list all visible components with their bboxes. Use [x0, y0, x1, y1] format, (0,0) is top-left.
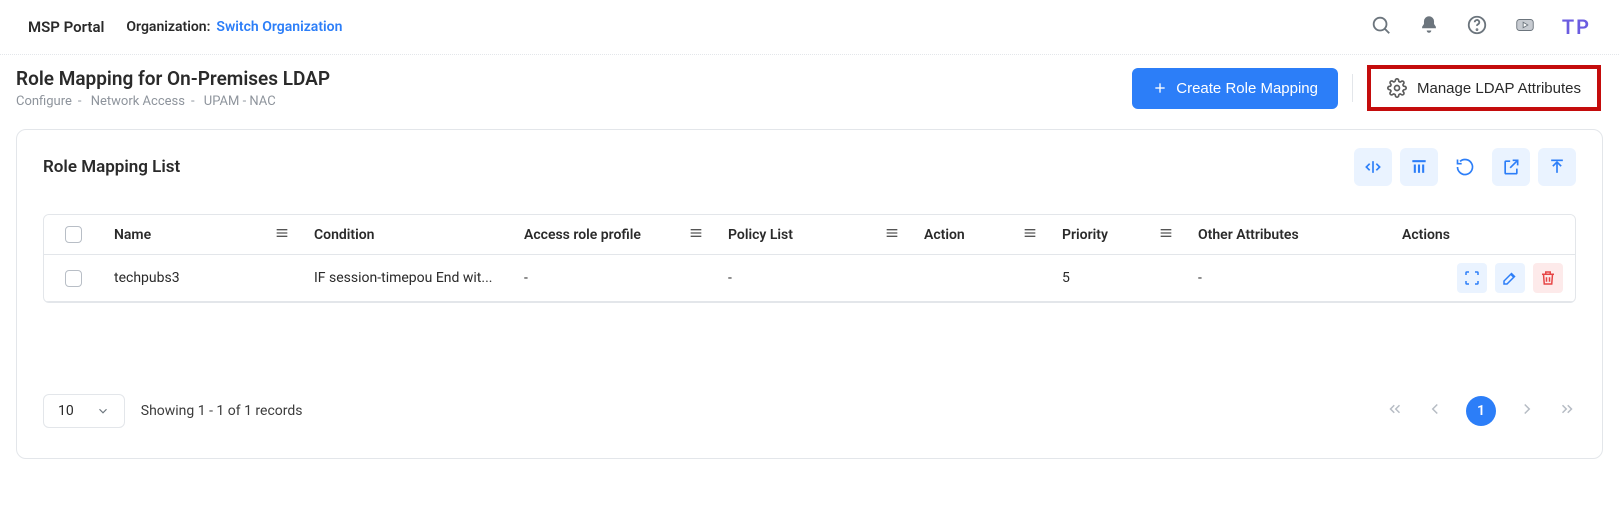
select-all-checkbox[interactable] [65, 226, 82, 243]
cell-priority: 5 [1062, 270, 1070, 286]
col-condition[interactable]: Condition [314, 227, 375, 243]
col-priority[interactable]: Priority [1062, 227, 1108, 243]
page-header: Role Mapping for On-Premises LDAP Config… [0, 55, 1619, 129]
breadcrumb-item[interactable]: Configure [16, 94, 72, 109]
edit-icon[interactable] [1495, 263, 1525, 293]
page-title: Role Mapping for On-Premises LDAP [16, 67, 330, 90]
help-icon[interactable] [1466, 14, 1488, 40]
top-bar: MSP Portal Organization: Switch Organiza… [0, 0, 1619, 55]
role-mapping-card: Role Mapping List Name Conditi [16, 129, 1603, 459]
breadcrumb: Configure- Network Access- UPAM - NAC [16, 94, 330, 109]
delete-icon[interactable] [1533, 263, 1563, 293]
organization-label: Organization: [126, 19, 210, 35]
cell-name: techpubs3 [114, 270, 180, 286]
brand-title: MSP Portal [28, 18, 104, 36]
manage-ldap-attributes-button[interactable]: Manage LDAP Attributes [1367, 65, 1601, 111]
col-action[interactable]: Action [924, 227, 965, 243]
page-size-value: 10 [58, 403, 74, 419]
card-title: Role Mapping List [43, 157, 180, 177]
popout-icon[interactable] [1492, 148, 1530, 186]
table-row: techpubs3 IF session-timepou End wit... … [44, 255, 1575, 302]
refresh-icon[interactable] [1446, 148, 1484, 186]
cell-other-attributes: - [1198, 270, 1202, 286]
row-checkbox[interactable] [65, 270, 82, 287]
page-number[interactable]: 1 [1466, 396, 1496, 426]
next-page-icon[interactable] [1518, 400, 1536, 422]
records-text: Showing 1 - 1 of 1 records [141, 403, 303, 419]
video-icon[interactable] [1514, 14, 1536, 40]
col-menu-icon[interactable] [1022, 225, 1038, 245]
upload-icon[interactable] [1538, 148, 1576, 186]
col-other-attributes[interactable]: Other Attributes [1198, 227, 1299, 243]
divider [1352, 74, 1353, 102]
col-name[interactable]: Name [114, 227, 151, 243]
fit-columns-icon[interactable] [1354, 148, 1392, 186]
col-menu-icon[interactable] [688, 225, 704, 245]
avatar[interactable]: TP [1562, 15, 1591, 39]
col-menu-icon[interactable] [274, 225, 290, 245]
table-footer: 10 Showing 1 - 1 of 1 records 1 [43, 378, 1576, 428]
col-menu-icon[interactable] [884, 225, 900, 245]
role-mapping-table: Name Condition Access role profile Polic… [43, 214, 1576, 303]
pager: 1 [1386, 396, 1576, 426]
col-policy-list[interactable]: Policy List [728, 227, 793, 243]
bell-icon[interactable] [1418, 14, 1440, 40]
columns-icon[interactable] [1400, 148, 1438, 186]
col-access-role-profile[interactable]: Access role profile [524, 227, 641, 243]
page-size-select[interactable]: 10 [43, 394, 125, 428]
manage-ldap-attributes-label: Manage LDAP Attributes [1417, 80, 1581, 97]
search-icon[interactable] [1370, 14, 1392, 40]
table-header: Name Condition Access role profile Polic… [44, 215, 1575, 255]
toolbar [1354, 148, 1576, 186]
cell-policy-list: - [728, 270, 732, 286]
create-role-mapping-label: Create Role Mapping [1176, 80, 1318, 97]
switch-organization-link[interactable]: Switch Organization [216, 19, 342, 35]
col-actions: Actions [1402, 227, 1450, 243]
breadcrumb-item[interactable]: Network Access [91, 94, 185, 109]
chevron-down-icon [96, 404, 110, 418]
breadcrumb-item[interactable]: UPAM - NAC [204, 94, 276, 109]
prev-page-icon[interactable] [1426, 400, 1444, 422]
last-page-icon[interactable] [1558, 400, 1576, 422]
col-menu-icon[interactable] [1158, 225, 1174, 245]
first-page-icon[interactable] [1386, 400, 1404, 422]
cell-access-role-profile: - [524, 270, 528, 286]
create-role-mapping-button[interactable]: Create Role Mapping [1132, 68, 1338, 109]
view-icon[interactable] [1457, 263, 1487, 293]
cell-condition: IF session-timepou End wit... [314, 270, 492, 286]
